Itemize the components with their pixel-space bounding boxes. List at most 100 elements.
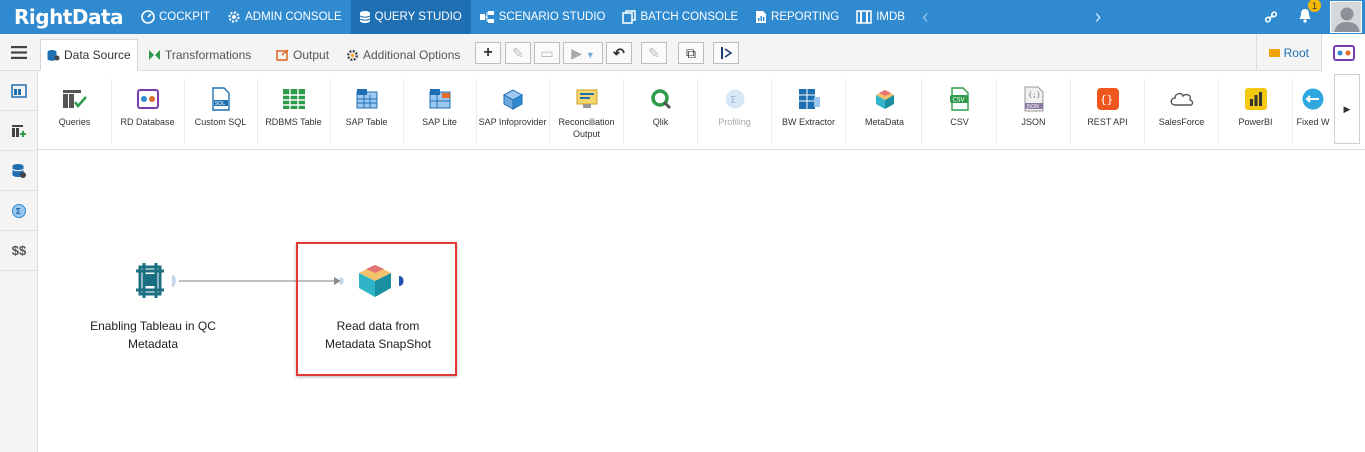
preview-button[interactable]: ▭: [534, 42, 560, 64]
palette-item-metadata[interactable]: MetaData: [848, 79, 922, 145]
palette-scroll-right[interactable]: ▶: [1334, 74, 1360, 144]
monitor-icon: ▭: [540, 44, 554, 61]
sidebar-item-cost[interactable]: $$: [0, 231, 38, 271]
palette-item-custom-sql[interactable]: SQL Custom SQL: [184, 79, 258, 145]
edit-button[interactable]: ✎: [505, 42, 531, 64]
notifications[interactable]: 1: [1298, 0, 1321, 26]
palette-item-reconciliation-output[interactable]: Reconciliation Output: [550, 79, 624, 145]
copy-icon: ⧉: [686, 44, 696, 61]
avatar[interactable]: [1330, 1, 1362, 33]
nav-admin-console[interactable]: ADMIN CONSOLE: [219, 0, 351, 34]
palette-label: Queries: [58, 117, 91, 127]
root-breadcrumb[interactable]: Root: [1255, 34, 1321, 71]
edit-note-button[interactable]: ✎: [641, 42, 667, 64]
run-button[interactable]: ▶ ▼: [563, 42, 603, 64]
node-enabling-tableau[interactable]: [132, 263, 180, 299]
svg-text:JSON: JSON: [1025, 104, 1039, 110]
nav-reporting[interactable]: REPORTING: [747, 0, 848, 34]
nav-query-studio-label: QUERY STUDIO: [374, 11, 462, 23]
palette-label: CSV: [950, 117, 969, 127]
palette-item-profiling[interactable]: Σ Profiling: [698, 79, 772, 145]
undo-button[interactable]: ↶: [606, 42, 632, 64]
workflow-canvas[interactable]: Enabling Tableau in QC Metadata Read dat…: [38, 150, 1365, 452]
sidebar-item-database[interactable]: [0, 151, 38, 191]
component-palette: Queries RD Database SQL Custom SQL RDBMS…: [38, 71, 1365, 150]
edit-note-icon: ✎: [648, 44, 660, 61]
batch-icon: [622, 10, 637, 24]
sap-cube-icon: [502, 89, 523, 110]
root-label: Root: [1283, 45, 1309, 60]
palette-item-sap-infoprovider[interactable]: SAP Infoprovider: [476, 79, 550, 145]
powerbi-icon: [1244, 88, 1267, 110]
nav-batch-console-label: BATCH CONSOLE: [640, 11, 739, 23]
nav-right-group: 1: [1264, 0, 1365, 34]
palette-label: MetaData: [864, 117, 905, 127]
palette-item-rd-database[interactable]: RD Database: [111, 79, 185, 145]
tab-transformations[interactable]: Transformations: [142, 39, 257, 71]
tab-data-source[interactable]: Data Source: [40, 39, 138, 71]
palette-item-fixed-width[interactable]: Fixed W: [1293, 79, 1333, 145]
options-gear-icon: [346, 49, 359, 61]
palette-label: Qlik: [652, 117, 669, 127]
add-button[interactable]: +: [475, 42, 501, 64]
palette-item-queries[interactable]: Queries: [38, 79, 112, 145]
queries-icon: [62, 90, 87, 108]
nav-scroll-right-icon[interactable]: ›: [1087, 6, 1110, 29]
copy-button[interactable]: ⧉: [678, 42, 704, 64]
palette-item-csv[interactable]: CSV CSV: [923, 79, 997, 145]
palette-item-rdbms-table[interactable]: RDBMS Table: [257, 79, 331, 145]
nav-batch-console[interactable]: BATCH CONSOLE: [614, 0, 747, 34]
csv-file-icon: CSV: [949, 87, 969, 111]
tab-additional-options[interactable]: Additional Options: [340, 39, 466, 71]
connection-button[interactable]: [1321, 34, 1365, 71]
sidebar-item-profiling[interactable]: Σ: [0, 191, 38, 231]
palette-label: RD Database: [120, 117, 175, 127]
metadata-cube-icon: [875, 90, 894, 109]
palette-item-qlik[interactable]: Qlik: [624, 79, 698, 145]
palette-item-sap-table[interactable]: SAP Table: [330, 79, 404, 145]
split-button[interactable]: [713, 42, 739, 64]
palette-item-salesforce[interactable]: SalesForce: [1145, 79, 1219, 145]
qlik-icon: [650, 89, 671, 110]
top-nav: RightData COCKPIT ADMIN CONSOLE QUERY ST…: [0, 0, 1365, 34]
nav-query-studio[interactable]: QUERY STUDIO: [350, 0, 471, 34]
svg-text:Σ: Σ: [16, 207, 21, 216]
palette-label: SAP Table: [345, 117, 388, 127]
database-stack-icon: [12, 163, 26, 178]
sidebar-item-dashboard[interactable]: [0, 71, 38, 111]
palette-label: SAP Infoprovider: [478, 117, 547, 127]
tab-additional-options-label: Additional Options: [363, 48, 461, 62]
tab-output[interactable]: Output: [270, 39, 335, 71]
palette-label: BW Extractor: [781, 117, 835, 127]
palette-item-bw-extractor[interactable]: BW Extractor: [772, 79, 846, 145]
sql-file-icon: SQL: [211, 87, 230, 111]
folder-icon: [1268, 48, 1280, 57]
sap-table-icon: [356, 89, 377, 109]
sidebar-item-table-add[interactable]: [0, 111, 38, 151]
palette-item-powerbi[interactable]: PowerBI: [1219, 79, 1293, 145]
connection-line: [179, 277, 341, 285]
tab-output-label: Output: [293, 48, 330, 62]
link-icon[interactable]: [1264, 10, 1278, 24]
studio-tab-bar: Data Source Transformations Output Addit…: [0, 34, 1365, 71]
sap-lite-icon: [429, 89, 450, 109]
nav-cockpit[interactable]: COCKPIT: [133, 0, 219, 34]
play-icon: ▶ ▼: [571, 44, 595, 61]
imdb-icon: [856, 10, 872, 24]
database-icon: [359, 11, 370, 23]
svg-text:{;}: {;}: [1028, 91, 1041, 99]
menu-toggle[interactable]: [0, 34, 38, 71]
palette-item-rest-api[interactable]: {} REST API: [1071, 79, 1145, 145]
node-label-line: Enabling Tableau in QC: [90, 319, 216, 333]
nav-imdb[interactable]: IMDB: [848, 0, 914, 34]
gear-icon: [228, 11, 240, 23]
table-add-icon: [12, 124, 26, 137]
palette-item-sap-lite[interactable]: SAP Lite: [403, 79, 477, 145]
palette-label: REST API: [1087, 117, 1128, 127]
node-label: Enabling Tableau in QC Metadata: [78, 317, 228, 353]
nav-scroll-left-icon[interactable]: ‹: [914, 6, 937, 29]
frame-crop-icon: [136, 263, 176, 298]
nav-scenario-studio[interactable]: SCENARIO STUDIO: [471, 0, 615, 34]
palette-item-json[interactable]: {;} JSON JSON: [997, 79, 1071, 145]
rightdata-logo[interactable]: RightData: [0, 0, 128, 34]
